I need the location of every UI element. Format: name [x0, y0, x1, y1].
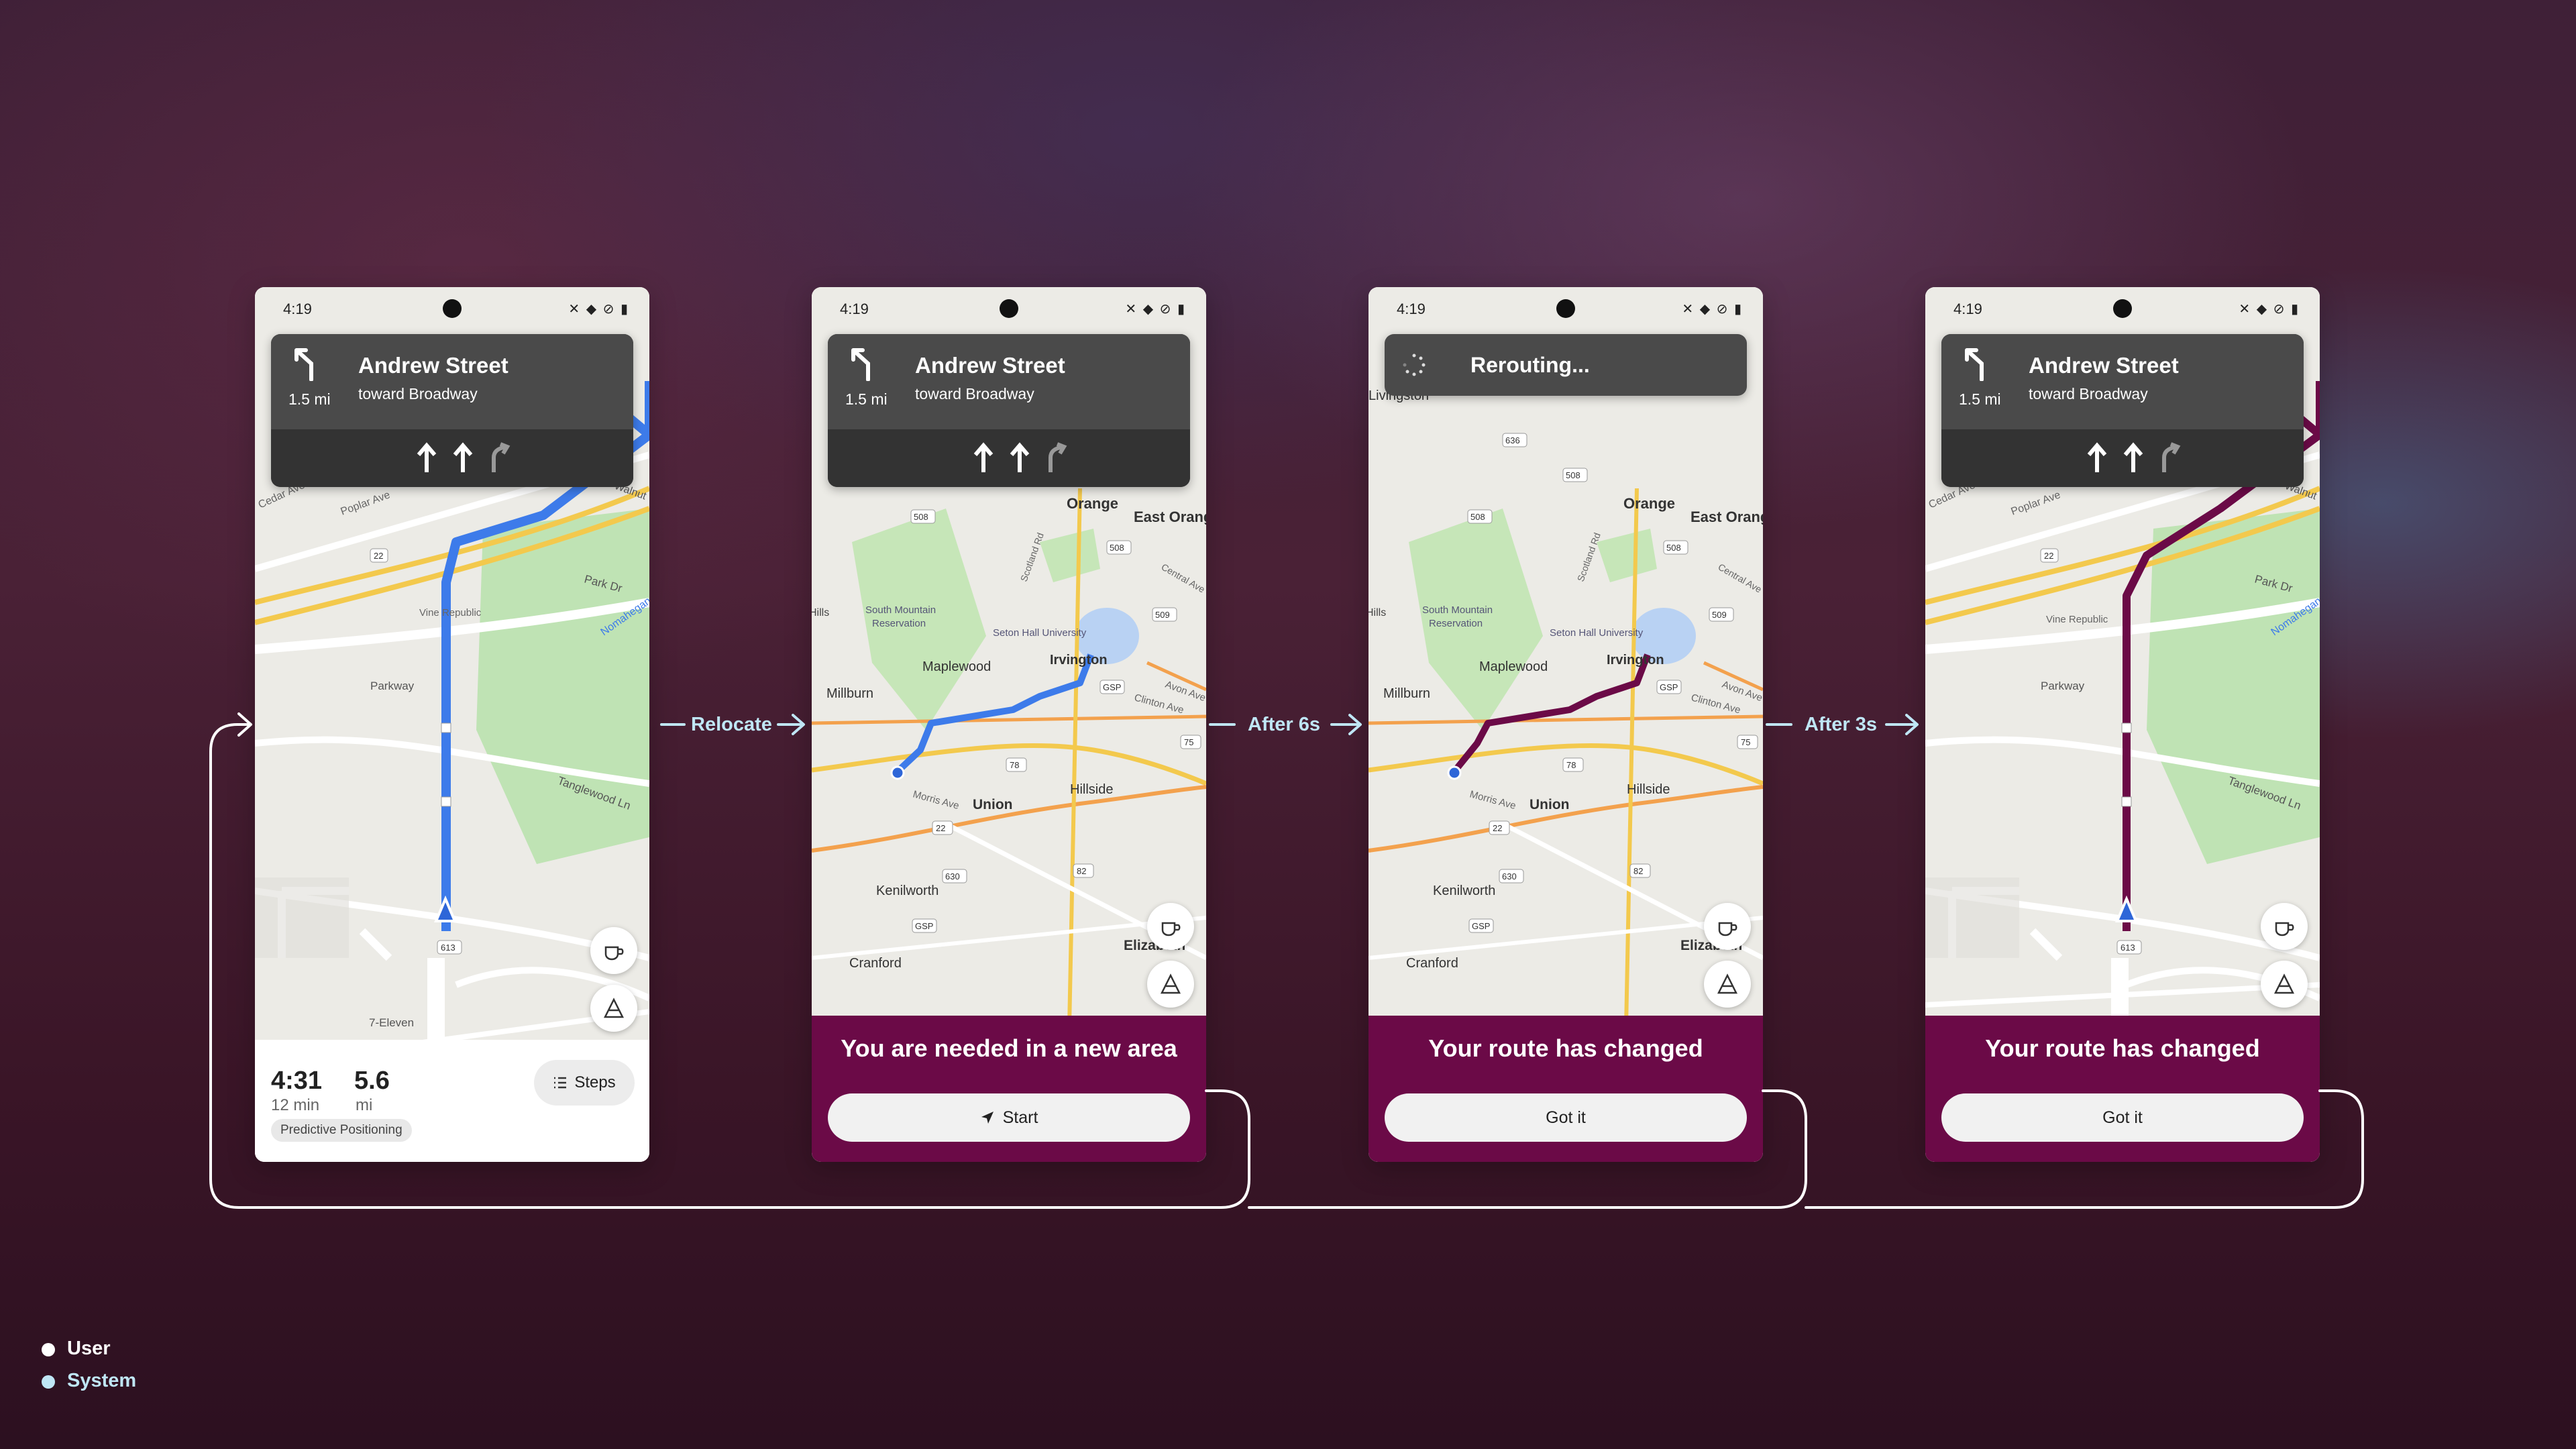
transition-label-after-3s: After 3s	[1805, 714, 1877, 735]
legend-dot-system	[42, 1375, 55, 1389]
legend-label-user: User	[67, 1338, 111, 1359]
transition-label-relocate: Relocate	[691, 714, 772, 735]
loop-back-connector	[209, 723, 1250, 1209]
legend-label-system: System	[67, 1370, 137, 1391]
legend-dot-user	[42, 1343, 55, 1356]
loop-back-connector	[1805, 1089, 2364, 1209]
transition-label-after-6s: After 6s	[1248, 714, 1320, 735]
loop-back-connector	[1248, 1089, 1807, 1209]
